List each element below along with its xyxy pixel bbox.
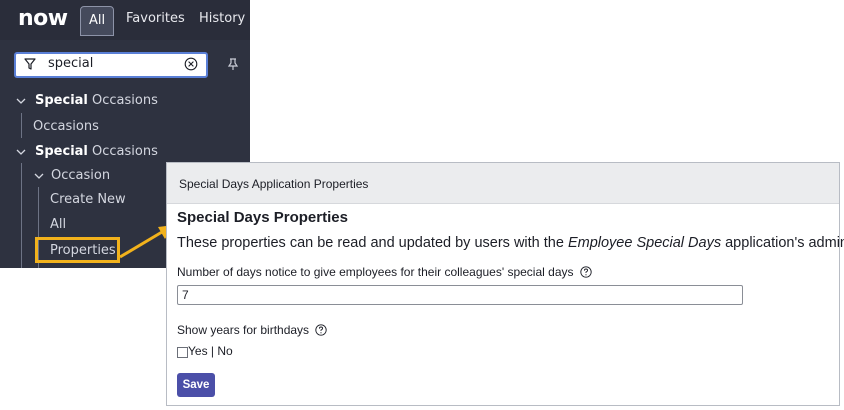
description-text-end: application's admin role. [725,235,844,251]
properties-header-title: Special Days Application Properties [179,177,369,191]
nav-item-all[interactable]: All [50,217,66,232]
match-highlight: Special [35,144,88,159]
tab-favorites[interactable]: Favorites [126,11,185,26]
show-years-label-text: Show years for birthdays [177,323,310,337]
days-notice-label-text: Number of days notice to give employees … [177,265,574,279]
description-app-name: Employee Special Days [567,235,722,251]
match-highlight: Special [35,93,88,108]
properties-description: These properties can be read and updated… [177,235,844,251]
clear-filter-icon[interactable] [184,57,198,71]
save-button[interactable]: Save [177,373,215,397]
days-notice-label: Number of days notice to give employees … [177,265,592,279]
properties-highlight-box [35,237,120,263]
nav-item-occasions[interactable]: Occasions [33,119,99,134]
chevron-down-icon[interactable] [15,95,27,107]
chevron-down-icon[interactable] [33,170,45,182]
tab-all[interactable]: All [80,6,114,36]
now-logo: now [18,6,68,31]
tree-line [21,163,22,268]
show-years-options: Yes | No [188,344,233,358]
help-icon[interactable] [579,266,592,278]
help-icon[interactable] [315,324,327,336]
tab-history[interactable]: History [199,11,245,26]
screenshot-root: now All Favorites History special Specia… [0,0,844,410]
tree-line [21,113,22,138]
properties-title: Special Days Properties [177,209,348,226]
filter-input[interactable]: special [14,52,208,78]
chevron-down-icon[interactable] [15,146,27,158]
nav-header: now All Favorites History [0,0,250,40]
nav-module-label: Occasions [87,144,158,159]
properties-header: Special Days Application Properties [167,163,839,204]
pin-icon[interactable] [226,57,240,71]
show-years-label: Show years for birthdays [177,323,327,337]
description-text: These properties can be read and updated… [177,235,568,251]
nav-module-special-occasions-2[interactable]: Special Occasions [35,144,158,159]
nav-module-label: Occasions [87,93,158,108]
filter-input-value: special [48,56,94,71]
nav-section-occasion[interactable]: Occasion [51,168,110,183]
filter-icon [24,58,36,70]
days-notice-input[interactable]: 7 [177,285,743,305]
properties-panel: Special Days Application Properties Spec… [166,162,844,406]
nav-module-special-occasions[interactable]: Special Occasions [35,93,158,108]
nav-item-create-new[interactable]: Create New [50,192,126,207]
show-years-checkbox[interactable] [177,347,188,358]
